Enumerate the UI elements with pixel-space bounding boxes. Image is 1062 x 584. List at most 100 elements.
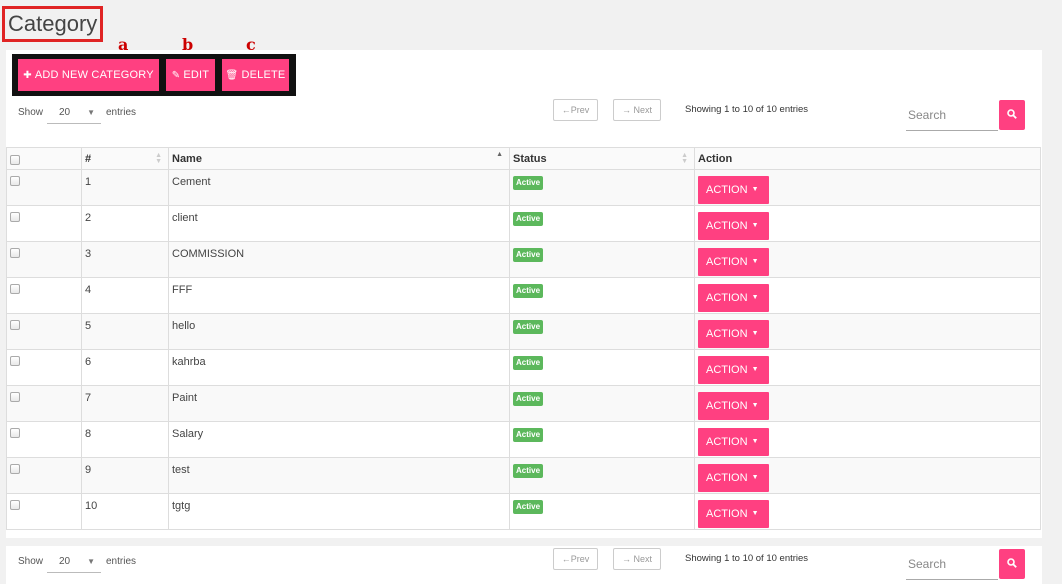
action-toolbar: ✚ ADD NEW CATEGORY ✎ EDIT 🗑 DELETE [12, 54, 296, 96]
edit-button[interactable]: ✎ EDIT [166, 59, 215, 91]
header-status-label: Status [513, 152, 547, 165]
action-label: ACTION [706, 256, 748, 268]
header-status[interactable]: Status ▲ ▼ [509, 147, 695, 170]
action-label: ACTION [706, 220, 748, 232]
status-badge: Active [513, 500, 544, 514]
action-dropdown-button[interactable]: ACTION ▼ [698, 248, 769, 276]
select-all-checkbox[interactable] [10, 154, 20, 165]
row-select-cell [6, 169, 82, 206]
row-status-cell: Active [509, 385, 695, 422]
caret-down-icon: ▼ [751, 258, 759, 266]
row-num: 10 [81, 493, 169, 530]
prev-label-bottom: ←Prev [561, 554, 590, 564]
action-label: ACTION [706, 508, 748, 520]
search-button-bottom[interactable] [999, 549, 1025, 579]
caret-down-icon: ▼ [751, 330, 759, 338]
category-table: # ▲ ▼ Name ▲ Status ▲ ▼ Action 1 Cement Active A… [6, 147, 1041, 530]
row-status-cell: Active [509, 457, 695, 494]
row-action-cell: ACTION ▼ [694, 169, 1041, 206]
row-checkbox[interactable] [10, 248, 20, 258]
table-row: 5 hello Active ACTION ▼ [6, 313, 1041, 350]
add-new-category-button[interactable]: ✚ ADD NEW CATEGORY [18, 59, 159, 91]
prev-button-bottom[interactable]: ←Prev [553, 548, 598, 570]
plus-icon: ✚ [23, 70, 32, 81]
row-name: FFF [168, 277, 510, 314]
row-checkbox[interactable] [10, 320, 20, 330]
edit-label: EDIT [183, 69, 210, 81]
action-dropdown-button[interactable]: ACTION ▼ [698, 464, 769, 492]
row-status-cell: Active [509, 277, 695, 314]
action-dropdown-button[interactable]: ACTION ▼ [698, 428, 769, 456]
row-select-cell [6, 421, 82, 458]
next-button-bottom[interactable]: → Next [613, 548, 661, 570]
row-name: Paint [168, 385, 510, 422]
caret-down-icon: ▼ [751, 402, 759, 410]
row-num: 1 [81, 169, 169, 206]
entries-info: Showing 1 to 10 of 10 entries [685, 104, 809, 115]
next-label-bottom: → Next [621, 554, 652, 564]
page-title-text: Category [8, 11, 98, 36]
row-name: test [168, 457, 510, 494]
row-select-cell [6, 313, 82, 350]
table-row: 8 Salary Active ACTION ▼ [6, 421, 1041, 458]
action-label: ACTION [706, 184, 748, 196]
action-dropdown-button[interactable]: ACTION ▼ [698, 176, 769, 204]
trash-icon: 🗑 [225, 70, 239, 81]
delete-button[interactable]: 🗑 DELETE [222, 59, 289, 91]
row-checkbox[interactable] [10, 392, 20, 402]
caret-down-icon: ▼ [751, 438, 759, 446]
row-select-cell [6, 205, 82, 242]
caret-down-icon: ▼ [87, 108, 95, 117]
caret-down-icon: ▼ [751, 294, 759, 302]
table-header-row: # ▲ ▼ Name ▲ Status ▲ ▼ Action [6, 147, 1041, 170]
show-label-bottom: Show [18, 556, 44, 567]
row-status-cell: Active [509, 349, 695, 386]
row-num: 6 [81, 349, 169, 386]
row-checkbox[interactable] [10, 428, 20, 438]
table-row: 4 FFF Active ACTION ▼ [6, 277, 1041, 314]
prev-button[interactable]: ←Prev [553, 99, 598, 121]
row-name: Salary [168, 421, 510, 458]
row-select-cell [6, 241, 82, 278]
search-button[interactable] [999, 100, 1025, 130]
header-name-label: Name [172, 152, 202, 165]
show-label: Show [18, 107, 44, 118]
search-input[interactable]: Search [906, 101, 998, 131]
row-checkbox[interactable] [10, 212, 20, 222]
action-dropdown-button[interactable]: ACTION ▼ [698, 500, 769, 528]
table-row: 2 client Active ACTION ▼ [6, 205, 1041, 242]
caret-down-icon: ▼ [751, 366, 759, 374]
row-action-cell: ACTION ▼ [694, 205, 1041, 242]
delete-label: DELETE [241, 69, 286, 81]
action-label: ACTION [706, 364, 748, 376]
action-dropdown-button[interactable]: ACTION ▼ [698, 320, 769, 348]
action-dropdown-button[interactable]: ACTION ▼ [698, 284, 769, 312]
next-button[interactable]: → Next [613, 99, 661, 121]
sort-icon: ▲ ▼ [681, 152, 688, 165]
row-checkbox[interactable] [10, 176, 20, 186]
status-badge: Active [513, 212, 544, 226]
row-checkbox[interactable] [10, 284, 20, 294]
page-title: Category [2, 6, 104, 42]
table-row: 7 Paint Active ACTION ▼ [6, 385, 1041, 422]
page-size-select-bottom[interactable]: 20 ▼ [47, 551, 101, 573]
header-name[interactable]: Name ▲ [168, 147, 510, 170]
caret-down-icon: ▼ [751, 510, 759, 518]
action-dropdown-button[interactable]: ACTION ▼ [698, 356, 769, 384]
action-dropdown-button[interactable]: ACTION ▼ [698, 212, 769, 240]
row-num: 2 [81, 205, 169, 242]
search-input-bottom[interactable]: Search [906, 550, 998, 580]
search-icon [1007, 109, 1017, 119]
page-size-select[interactable]: 20 ▼ [47, 102, 101, 124]
row-checkbox[interactable] [10, 356, 20, 366]
row-name: Cement [168, 169, 510, 206]
action-label: ACTION [706, 328, 748, 340]
row-select-cell [6, 385, 82, 422]
header-num[interactable]: # ▲ ▼ [81, 147, 169, 170]
action-dropdown-button[interactable]: ACTION ▼ [698, 392, 769, 420]
row-checkbox[interactable] [10, 500, 20, 510]
row-checkbox[interactable] [10, 464, 20, 474]
row-select-cell [6, 349, 82, 386]
row-num: 3 [81, 241, 169, 278]
status-badge: Active [513, 356, 544, 370]
